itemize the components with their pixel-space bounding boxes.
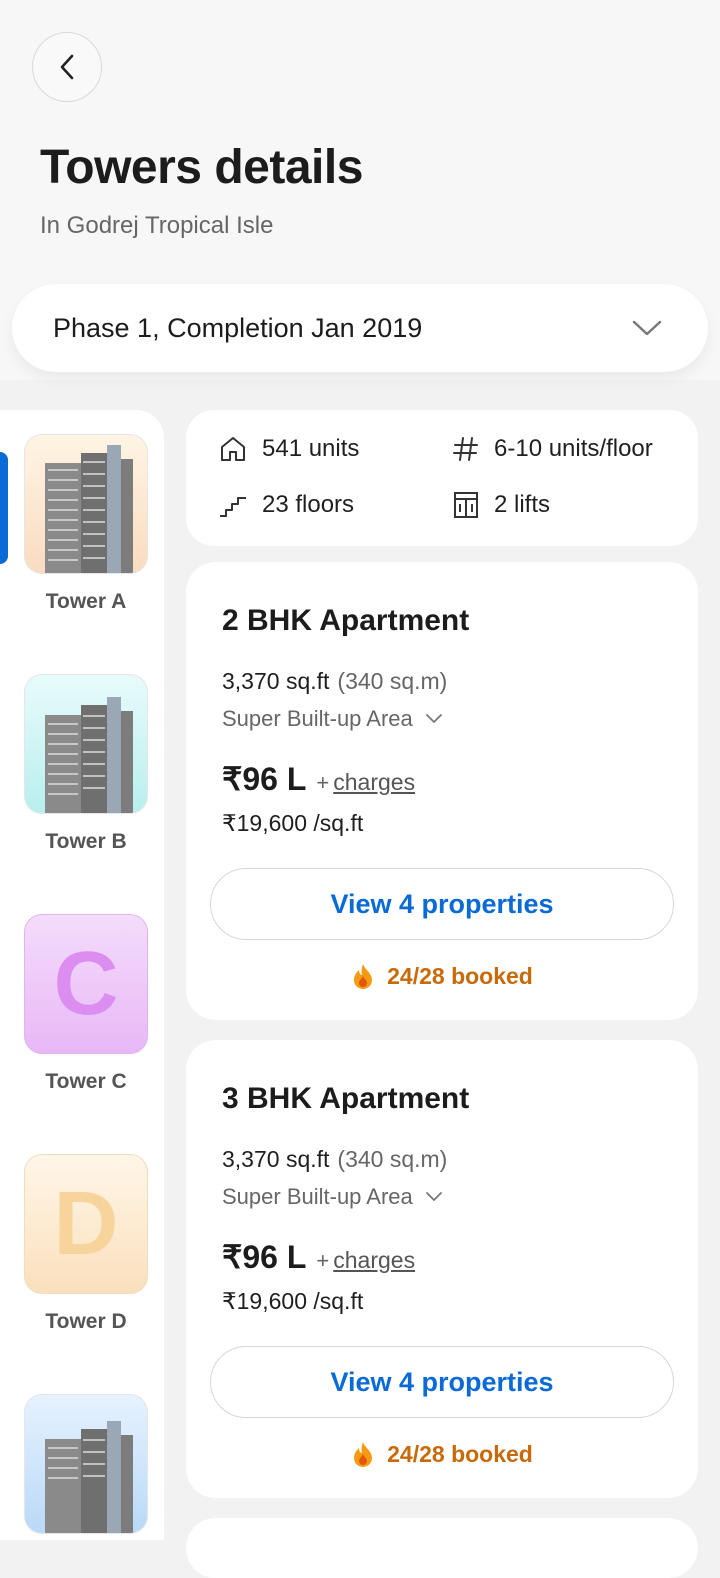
hash-icon [453, 437, 478, 461]
area-sqm: (340 sq.m) [337, 1146, 448, 1172]
area-type-label: Super Built-up Area [222, 1184, 413, 1209]
price-amount: ₹96 L [222, 1239, 307, 1275]
price-per-sqft: ₹19,600 /sq.ft [222, 810, 364, 836]
tower-item-a[interactable]: Tower A [24, 434, 148, 614]
tower-thumbnail: C [24, 914, 148, 1054]
apartment-price: ₹96 L + charges [222, 1238, 415, 1276]
apartment-title: 3 BHK Apartment [222, 1082, 470, 1115]
building-photo [45, 445, 133, 573]
charges-link[interactable]: charges [333, 769, 415, 796]
apartment-card-next [186, 1518, 698, 1578]
booked-status: 24/28 booked [186, 1440, 698, 1468]
tower-label: Tower B [45, 830, 127, 853]
price-per-sqft: ₹19,600 /sq.ft [222, 1288, 364, 1314]
area-sqft: 3,370 sq.ft [222, 668, 330, 694]
apartment-card: 3 BHK Apartment 3,370 sq.ft (340 sq.m) Su… [186, 1040, 698, 1498]
chevron-left-icon [60, 54, 74, 80]
tower-stats-card: 541 units 6-10 units/floor 23 floors 2 l… [186, 410, 698, 546]
stat-lifts: 2 lifts [452, 490, 550, 520]
building-photo [45, 1421, 133, 1533]
building-photo [45, 697, 133, 813]
apartment-card: 2 BHK Apartment 3,370 sq.ft (340 sq.m) Su… [186, 562, 698, 1020]
tower-item-e[interactable] [24, 1394, 148, 1534]
area-type-dropdown[interactable]: Super Built-up Area [222, 706, 443, 732]
tower-thumbnail [24, 674, 148, 814]
tower-letter: D [53, 1173, 119, 1274]
tower-label: Tower A [45, 590, 127, 613]
price-amount: ₹96 L [222, 761, 307, 797]
booked-text: 24/28 booked [387, 962, 533, 989]
tower-list: Tower A Tower B C Tower C D Tower D [0, 410, 164, 1540]
stat-floors-text: 23 floors [262, 491, 355, 518]
stat-units-per-floor: 6-10 units/floor [452, 434, 653, 464]
active-tower-indicator [0, 452, 8, 564]
stat-floors: 23 floors [218, 490, 354, 520]
area-type-label: Super Built-up Area [222, 706, 413, 731]
fire-icon [354, 1442, 373, 1467]
apartment-price: ₹96 L + charges [222, 760, 415, 798]
stat-units-text: 541 units [262, 435, 360, 462]
apartment-area: 3,370 sq.ft (340 sq.m) [222, 668, 447, 695]
stat-units-per-floor-text: 6-10 units/floor [494, 435, 653, 462]
lift-icon [454, 492, 478, 518]
view-properties-button[interactable]: View 4 properties [210, 1346, 674, 1418]
area-sqm: (340 sq.m) [337, 668, 448, 694]
stat-lifts-text: 2 lifts [494, 491, 551, 518]
tower-letter: C [53, 933, 119, 1034]
chevron-down-icon [632, 320, 662, 336]
area-type-dropdown[interactable]: Super Built-up Area [222, 1184, 443, 1210]
tower-label: Tower C [45, 1070, 127, 1093]
page-subtitle: In Godrej Tropical Isle [40, 212, 274, 239]
booked-text: 24/28 booked [387, 1440, 533, 1467]
charges-link[interactable]: charges [333, 1247, 415, 1274]
tower-label: Tower D [45, 1310, 127, 1333]
booked-status: 24/28 booked [186, 962, 698, 990]
apartment-area: 3,370 sq.ft (340 sq.m) [222, 1146, 447, 1173]
page-title: Towers details [40, 141, 363, 194]
phase-dropdown-value: Phase 1, Completion Jan 2019 [53, 312, 423, 343]
apartment-title: 2 BHK Apartment [222, 604, 470, 637]
plus-sign: + [316, 770, 330, 795]
plus-sign: + [316, 1248, 330, 1273]
stat-units: 541 units [218, 434, 359, 464]
back-button[interactable] [32, 32, 102, 102]
fire-icon [354, 964, 373, 989]
tower-thumbnail: D [24, 1154, 148, 1294]
area-sqft: 3,370 sq.ft [222, 1146, 330, 1172]
phase-dropdown[interactable]: Phase 1, Completion Jan 2019 [12, 284, 708, 372]
tower-item-d[interactable]: D Tower D [24, 1154, 148, 1334]
chevron-down-icon [425, 714, 442, 723]
home-icon [221, 437, 245, 461]
tower-thumbnail [24, 1394, 148, 1534]
tower-item-c[interactable]: C Tower C [24, 914, 148, 1094]
view-properties-button[interactable]: View 4 properties [210, 868, 674, 940]
chevron-down-icon [425, 1192, 442, 1201]
tower-thumbnail [24, 434, 148, 574]
stairs-icon [220, 497, 246, 517]
tower-item-b[interactable]: Tower B [24, 674, 148, 854]
